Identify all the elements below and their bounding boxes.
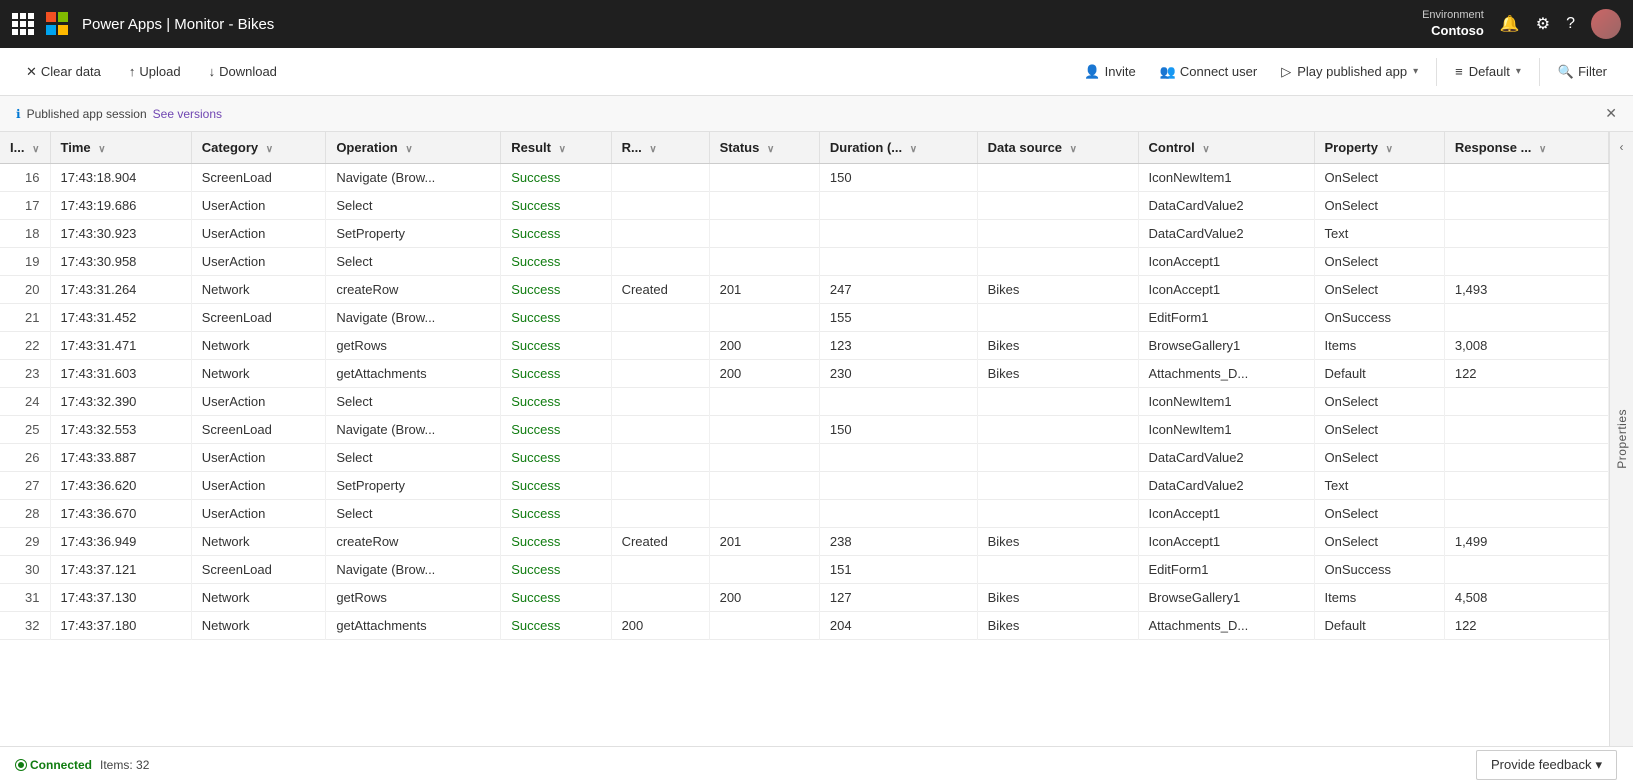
main-area: I... ∨ Time ∨ Category ∨ Operation ∨ Res…: [0, 132, 1633, 746]
table-row[interactable]: 2717:43:36.620UserActionSetPropertySucce…: [0, 472, 1609, 500]
avatar[interactable]: [1591, 9, 1621, 39]
environment-info: Environment Contoso: [1422, 8, 1484, 39]
upload-icon: ↑: [129, 64, 136, 79]
connect-user-icon: 👥: [1160, 64, 1176, 80]
table-row[interactable]: 2017:43:31.264NetworkcreateRowSuccessCre…: [0, 276, 1609, 304]
connected-label: Connected: [30, 758, 92, 772]
table-row[interactable]: 1617:43:18.904ScreenLoadNavigate (Brow..…: [0, 164, 1609, 192]
filter-icon: 🔍: [1558, 64, 1574, 80]
table-row[interactable]: 3217:43:37.180NetworkgetAttachmentsSucce…: [0, 612, 1609, 640]
app-title: Power Apps | Monitor - Bikes: [82, 16, 274, 33]
see-versions-link[interactable]: See versions: [153, 107, 222, 121]
table-row[interactable]: 2517:43:32.553ScreenLoadNavigate (Brow..…: [0, 416, 1609, 444]
table-row[interactable]: 2117:43:31.452ScreenLoadNavigate (Brow..…: [0, 304, 1609, 332]
table-row[interactable]: 1817:43:30.923UserActionSetPropertySucce…: [0, 220, 1609, 248]
toolbar-right: 👤 Invite 👥 Connect user ▷ Play published…: [1074, 58, 1617, 86]
microsoft-logo: [46, 12, 70, 36]
sidebar-label: Properties: [1615, 409, 1629, 469]
top-nav: Power Apps | Monitor - Bikes Environment…: [0, 0, 1633, 48]
clear-data-icon: ✕: [26, 64, 37, 80]
table-body: 1617:43:18.904ScreenLoadNavigate (Brow..…: [0, 164, 1609, 640]
table-row[interactable]: 2417:43:32.390UserActionSelectSuccessIco…: [0, 388, 1609, 416]
table-header: I... ∨ Time ∨ Category ∨ Operation ∨ Res…: [0, 132, 1609, 164]
help-question-icon[interactable]: ?: [1566, 15, 1575, 33]
col-time[interactable]: Time ∨: [50, 132, 191, 164]
info-icon: ℹ: [16, 107, 21, 121]
provide-feedback-button[interactable]: Provide feedback ▾: [1476, 750, 1617, 780]
play-icon: ▷: [1281, 64, 1291, 80]
col-duration[interactable]: Duration (... ∨: [819, 132, 977, 164]
invite-icon: 👤: [1084, 64, 1100, 80]
sidebar-expand-icon: ‹: [1620, 140, 1624, 154]
data-table: I... ∨ Time ∨ Category ∨ Operation ∨ Res…: [0, 132, 1609, 640]
col-control[interactable]: Control ∨: [1138, 132, 1314, 164]
toolbar-separator: [1436, 58, 1437, 86]
toolbar-separator-2: [1539, 58, 1540, 86]
table-row[interactable]: 2217:43:31.471NetworkgetRowsSuccess20012…: [0, 332, 1609, 360]
default-button[interactable]: ≡ Default ▾: [1445, 58, 1531, 85]
info-close-button[interactable]: ✕: [1605, 105, 1617, 122]
col-category[interactable]: Category ∨: [191, 132, 326, 164]
table-row[interactable]: 1717:43:19.686UserActionSelectSuccessDat…: [0, 192, 1609, 220]
col-property[interactable]: Property ∨: [1314, 132, 1444, 164]
connected-dot: [16, 760, 26, 770]
connect-user-button[interactable]: 👥 Connect user: [1150, 58, 1268, 86]
nav-right: Environment Contoso 🔔 ⚙ ?: [1422, 8, 1621, 39]
upload-button[interactable]: ↑ Upload: [119, 58, 191, 85]
table-container[interactable]: I... ∨ Time ∨ Category ∨ Operation ∨ Res…: [0, 132, 1609, 746]
table-row[interactable]: 3117:43:37.130NetworkgetRowsSuccess20012…: [0, 584, 1609, 612]
table-row[interactable]: 1917:43:30.958UserActionSelectSuccessIco…: [0, 248, 1609, 276]
col-id[interactable]: I... ∨: [0, 132, 50, 164]
notifications-bell-icon[interactable]: 🔔: [1500, 14, 1520, 34]
toolbar: ✕ Clear data ↑ Upload ↓ Download 👤 Invit…: [0, 48, 1633, 96]
connection-status: Connected: [16, 758, 92, 772]
feedback-dropdown-arrow: ▾: [1595, 757, 1602, 773]
items-count: Items: 32: [100, 758, 149, 772]
clear-data-button[interactable]: ✕ Clear data: [16, 58, 111, 86]
table-row[interactable]: 2617:43:33.887UserActionSelectSuccessDat…: [0, 444, 1609, 472]
waffle-menu[interactable]: [12, 13, 34, 35]
table-row[interactable]: 2317:43:31.603NetworkgetAttachmentsSucce…: [0, 360, 1609, 388]
play-dropdown-arrow: ▾: [1413, 66, 1418, 77]
default-dropdown-arrow: ▾: [1516, 66, 1521, 77]
table-row[interactable]: 2817:43:36.670UserActionSelectSuccessIco…: [0, 500, 1609, 528]
col-result[interactable]: Result ∨: [501, 132, 611, 164]
properties-sidebar[interactable]: ‹ Properties: [1609, 132, 1633, 746]
play-published-app-button[interactable]: ▷ Play published app ▾: [1271, 58, 1428, 86]
col-status[interactable]: Status ∨: [709, 132, 819, 164]
invite-button[interactable]: 👤 Invite: [1074, 58, 1145, 86]
col-datasource[interactable]: Data source ∨: [977, 132, 1138, 164]
info-bar: ℹ Published app session See versions ✕: [0, 96, 1633, 132]
list-icon: ≡: [1455, 64, 1463, 79]
col-r[interactable]: R... ∨: [611, 132, 709, 164]
col-response[interactable]: Response ... ∨: [1444, 132, 1608, 164]
filter-button[interactable]: 🔍 Filter: [1548, 58, 1617, 86]
download-button[interactable]: ↓ Download: [199, 58, 287, 85]
settings-gear-icon[interactable]: ⚙: [1536, 14, 1550, 34]
status-bar: Connected Items: 32 Provide feedback ▾: [0, 746, 1633, 782]
col-operation[interactable]: Operation ∨: [326, 132, 501, 164]
download-icon: ↓: [209, 64, 216, 79]
info-text: Published app session: [27, 107, 147, 121]
table-row[interactable]: 3017:43:37.121ScreenLoadNavigate (Brow..…: [0, 556, 1609, 584]
table-row[interactable]: 2917:43:36.949NetworkcreateRowSuccessCre…: [0, 528, 1609, 556]
